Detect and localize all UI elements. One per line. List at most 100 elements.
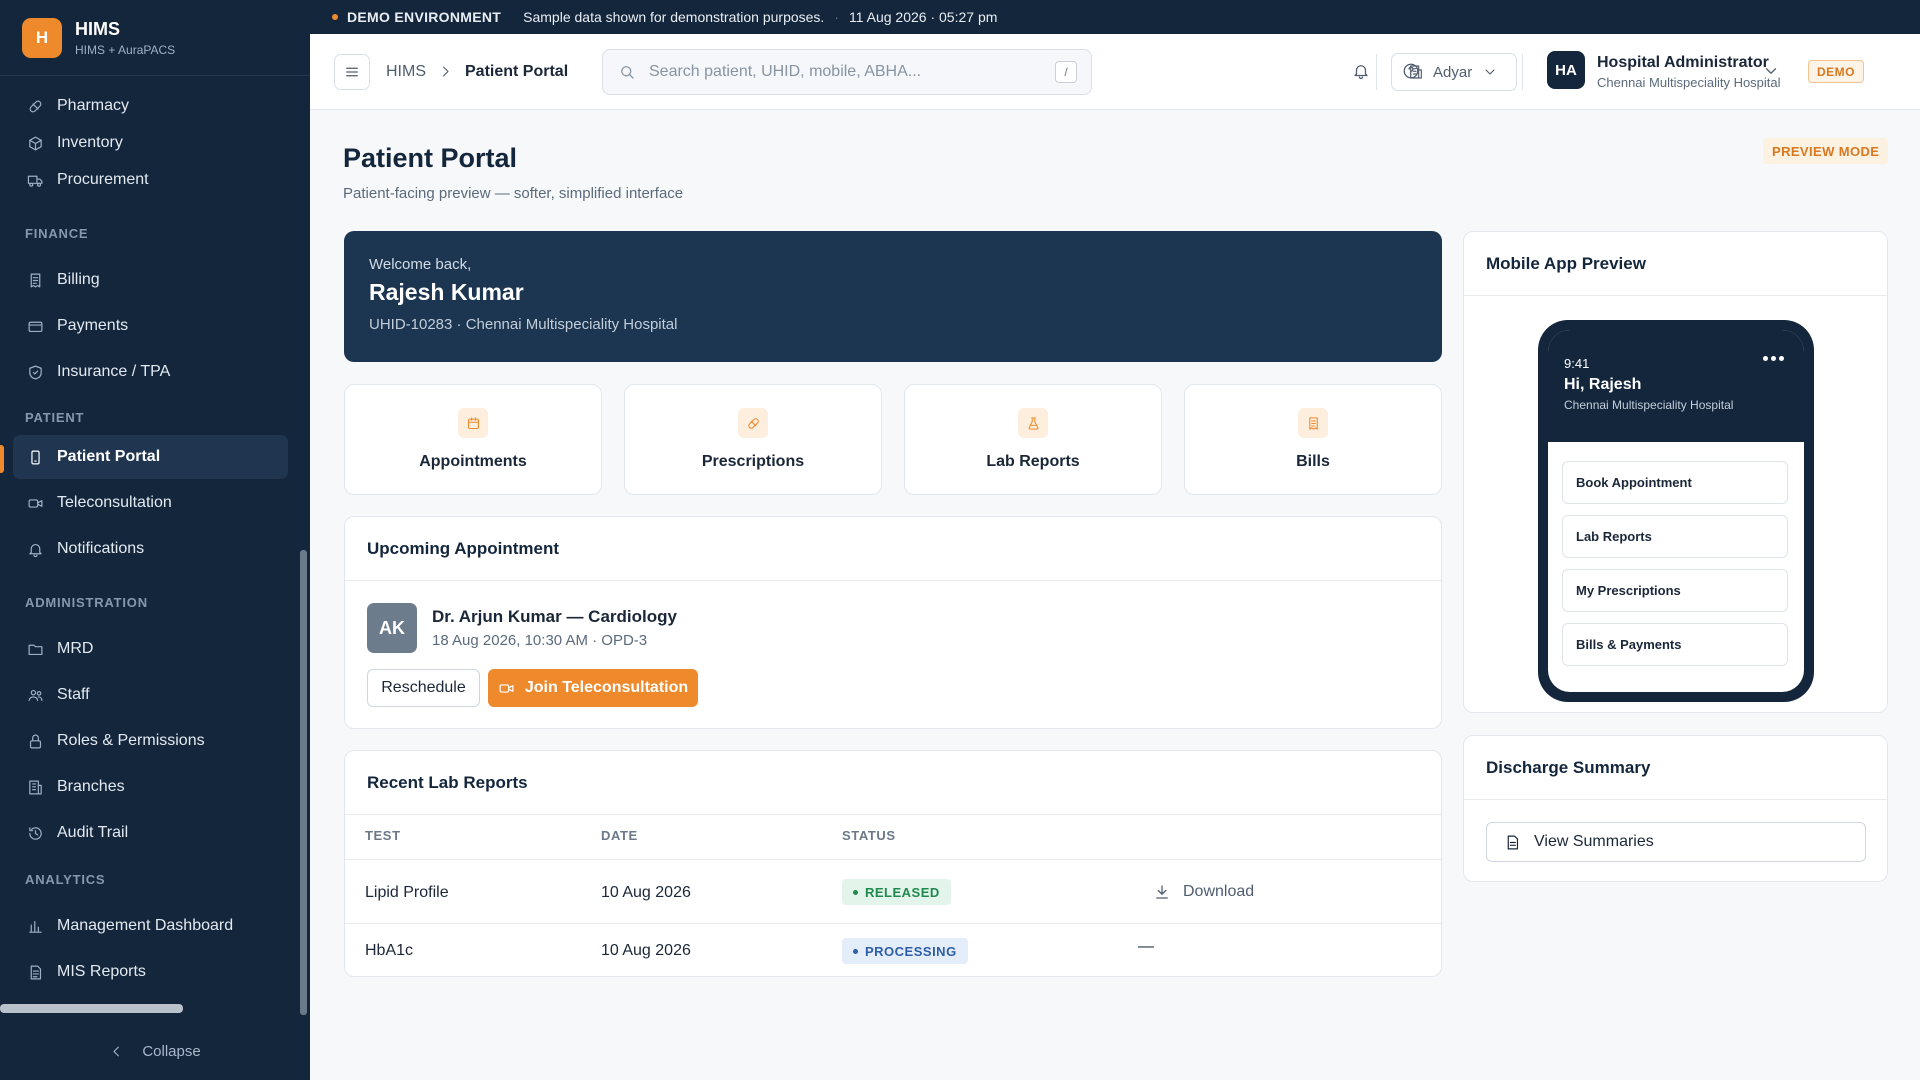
chevron-down-icon[interactable] (1762, 62, 1780, 80)
page-title: Patient Portal (343, 143, 518, 173)
pill-icon (27, 98, 57, 115)
phone-header: 9:41 Hi, Rajesh Chennai Multispeciality … (1548, 330, 1804, 442)
sidebar-scrollbar-vertical[interactable] (300, 550, 307, 1015)
search-input[interactable]: Search patient, UHID, mobile, ABHA... / (602, 49, 1092, 95)
shield-check-icon (27, 364, 57, 381)
brand-logo: H (22, 17, 62, 58)
search-shortcut-key: / (1055, 61, 1077, 83)
status-label: PROCESSING (865, 943, 957, 959)
sidebar-item-mrd[interactable]: MRD (13, 627, 288, 671)
brand: H HIMS HIMS + AuraPACS (0, 0, 310, 76)
lab-test-name: Lipid Profile (365, 884, 449, 901)
sidebar-item-notifications[interactable]: Notifications (13, 527, 288, 571)
sidebar-item-label: Payments (57, 317, 129, 334)
more-icon[interactable] (1763, 356, 1784, 361)
phone-bills-payments-button[interactable]: Bills & Payments (1562, 623, 1788, 666)
chevron-left-icon (109, 1044, 142, 1059)
sidebar-item-management-dashboard[interactable]: Management Dashboard (13, 904, 288, 948)
sidebar-item-insurance[interactable]: Insurance / TPA (13, 350, 288, 394)
status-dot (853, 889, 858, 895)
sidebar-item-mis-reports[interactable]: MIS Reports (13, 950, 288, 994)
phone-hospital: Chennai Multispeciality Hospital (1564, 398, 1734, 412)
building-icon (27, 779, 57, 796)
tile-lab-reports[interactable]: Lab Reports (904, 384, 1162, 495)
download-link[interactable]: Download (1153, 883, 1254, 901)
view-summaries-label: View Summaries (1534, 833, 1654, 850)
tile-appointments[interactable]: Appointments (344, 384, 602, 495)
card-title: Recent Lab Reports (345, 751, 1441, 815)
view-summaries-button[interactable]: View Summaries (1486, 822, 1866, 862)
brand-subtitle: HIMS + AuraPACS (75, 42, 176, 57)
status-dot (853, 948, 858, 954)
sidebar-item-label: Patient Portal (57, 448, 161, 465)
sidebar-item-label: Roles & Permissions (57, 732, 205, 749)
phone-mockup: 9:41 Hi, Rajesh Chennai Multispeciality … (1538, 320, 1814, 702)
report-icon (27, 964, 57, 981)
sidebar-item-roles[interactable]: Roles & Permissions (13, 719, 288, 763)
history-icon (27, 825, 57, 842)
calendar-icon (458, 408, 488, 438)
user-avatar[interactable]: HA (1547, 51, 1585, 89)
join-teleconsultation-button[interactable]: Join Teleconsultation (488, 669, 698, 707)
phone-lab-reports-button[interactable]: Lab Reports (1562, 515, 1788, 558)
discharge-summary-card: Discharge Summary View Summaries (1463, 735, 1888, 882)
section-administration: ADMINISTRATION (25, 595, 148, 610)
sidebar-item-teleconsultation[interactable]: Teleconsultation (13, 481, 288, 525)
doctor-avatar: AK (367, 603, 417, 653)
building-icon (1408, 64, 1424, 80)
sidebar-item-patient-portal[interactable]: Patient Portal (13, 435, 288, 479)
smartphone-icon (27, 449, 57, 466)
chevron-down-icon (1482, 64, 1498, 80)
receipt-icon (1298, 408, 1328, 438)
sidebar-item-procurement[interactable]: Procurement (13, 158, 288, 202)
branch-selector[interactable]: Adyar (1391, 53, 1517, 91)
lab-test-date: 10 Aug 2026 (601, 884, 691, 901)
tile-label: Lab Reports (986, 453, 1080, 470)
status-badge: RELEASED (842, 879, 951, 905)
bar-chart-icon (27, 918, 57, 935)
no-action: — (1138, 938, 1154, 955)
breadcrumb-root[interactable]: HIMS (386, 63, 426, 81)
sidebar-item-branches[interactable]: Branches (13, 765, 288, 809)
reschedule-button[interactable]: Reschedule (367, 669, 480, 707)
phone-screen: 9:41 Hi, Rajesh Chennai Multispeciality … (1548, 330, 1804, 692)
topbar: HIMS Patient Portal Search patient, UHID… (310, 34, 1920, 110)
lab-test-date: 10 Aug 2026 (601, 942, 691, 959)
sidebar-scrollbar-horizontal[interactable] (0, 1004, 183, 1013)
wallet-icon (27, 318, 57, 335)
notifications-bell-icon[interactable] (1352, 62, 1370, 80)
demo-badge: DEMO (1808, 60, 1864, 83)
demo-separator: · (834, 9, 839, 25)
preview-mode-badge: PREVIEW MODE (1763, 138, 1889, 164)
tile-label: Appointments (419, 453, 527, 470)
tile-prescriptions[interactable]: Prescriptions (624, 384, 882, 495)
status-badge: PROCESSING (842, 938, 968, 964)
branch-label: Adyar (1433, 63, 1473, 81)
appointment-time: 18 Aug 2026, 10:30 AM · OPD-3 (432, 632, 648, 649)
box-icon (27, 135, 57, 152)
upcoming-appointment-card: Upcoming Appointment AK Dr. Arjun Kumar … (344, 516, 1442, 729)
patient-details: UHID-10283 · Chennai Multispeciality Hos… (369, 316, 678, 333)
breadcrumb-current: Patient Portal (465, 62, 569, 80)
user-name[interactable]: Hospital Administrator (1597, 54, 1769, 72)
sidebar-item-label: Procurement (57, 171, 149, 188)
phone-book-appointment-button[interactable]: Book Appointment (1562, 461, 1788, 504)
phone-prescriptions-button[interactable]: My Prescriptions (1562, 569, 1788, 612)
sidebar-item-billing[interactable]: Billing (13, 258, 288, 302)
collapse-button[interactable]: Collapse (0, 1022, 310, 1080)
sidebar-item-label: Staff (57, 686, 90, 703)
sidebar-item-payments[interactable]: Payments (13, 304, 288, 348)
tile-bills[interactable]: Bills (1184, 384, 1442, 495)
phone-greeting: Hi, Rajesh (1564, 376, 1642, 393)
sidebar-item-label: Inventory (57, 134, 123, 151)
pill-icon (738, 408, 768, 438)
sidebar-item-audit-trail[interactable]: Audit Trail (13, 811, 288, 855)
lab-test-name: HbA1c (365, 942, 414, 959)
brand-name: HIMS (75, 18, 120, 39)
menu-toggle-button[interactable] (334, 53, 370, 90)
folder-icon (27, 641, 57, 658)
divider (345, 859, 1441, 860)
sidebar-item-staff[interactable]: Staff (13, 673, 288, 717)
phone-time: 9:41 (1564, 356, 1590, 371)
section-patient: PATIENT (25, 410, 85, 425)
